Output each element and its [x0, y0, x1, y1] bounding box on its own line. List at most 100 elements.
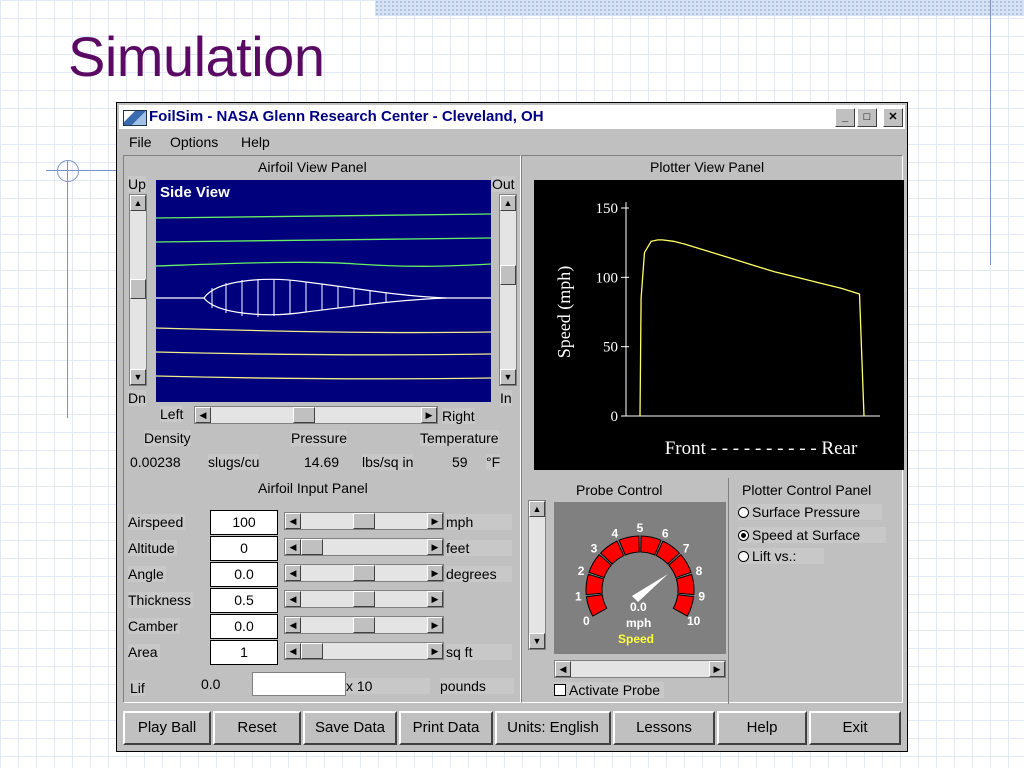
slider-thumb[interactable] [353, 617, 375, 633]
reset-button[interactable]: Reset [213, 711, 301, 745]
input-unit-airspeed: mph [446, 514, 512, 530]
scroll-down-button[interactable]: ▼ [130, 369, 146, 385]
probe-horizontal-scrollbar[interactable]: ◀ ▶ [554, 660, 726, 678]
print-data-button[interactable]: Print Data [399, 711, 493, 745]
probe-control-title: Probe Control [576, 482, 663, 498]
gauge-tick-label: 4 [611, 526, 618, 540]
slide-top-band [375, 0, 1024, 16]
in-label: In [500, 390, 512, 406]
option-lift-vs[interactable]: Lift vs.: [738, 548, 824, 564]
left-panel: Airfoil View Panel Up Dn Out In ▲ ▼ ▲ ▼ … [123, 155, 521, 703]
slider-left-button[interactable]: ◀ [285, 617, 301, 633]
scroll-up-button[interactable]: ▲ [500, 195, 516, 211]
pressure-unit: lbs/sq in [362, 454, 414, 470]
maximize-button[interactable]: □ [857, 108, 877, 127]
x-axis-label: Front - - - - - - - - - - Rear [665, 438, 858, 459]
input-slider-thickness[interactable]: ◀ ▶ [284, 590, 444, 608]
input-slider-area[interactable]: ◀ ▶ [284, 642, 444, 660]
input-slider-airspeed[interactable]: ◀ ▶ [284, 512, 444, 530]
right-panel: Plotter View Panel 0 50 100 150 Speed (mph) F… [521, 155, 904, 704]
left-label: Left [160, 406, 184, 422]
horizontal-scrollbar-leftright[interactable]: ◀ ▶ [194, 406, 438, 424]
gauge-tick-label: 0 [583, 614, 590, 628]
temperature-value: 59 [452, 454, 468, 470]
gauge-segment [675, 573, 695, 596]
scroll-down-button[interactable]: ▼ [529, 633, 545, 649]
exit-button[interactable]: Exit [809, 711, 901, 745]
input-slider-angle[interactable]: ◀ ▶ [284, 564, 444, 582]
menu-help[interactable]: Help [241, 134, 270, 150]
input-field-area[interactable]: 1 [210, 640, 278, 665]
slider-thumb[interactable] [301, 539, 323, 555]
close-button[interactable]: ✕ [883, 108, 903, 127]
input-unit-altitude: feet [446, 540, 512, 556]
gauge-tick-label: 10 [687, 614, 701, 628]
option-surface-pressure[interactable]: Surface Pressure [738, 504, 882, 520]
scroll-up-button[interactable]: ▲ [130, 195, 146, 211]
radio-icon[interactable] [738, 551, 749, 562]
scroll-down-button[interactable]: ▼ [500, 369, 516, 385]
scroll-thumb[interactable] [500, 265, 516, 285]
lessons-button[interactable]: Lessons [613, 711, 715, 745]
scroll-right-button[interactable]: ▶ [709, 661, 725, 677]
input-field-thickness[interactable]: 0.5 [210, 588, 278, 613]
slider-thumb[interactable] [353, 565, 375, 581]
menu-file[interactable]: File [129, 134, 152, 150]
help-button[interactable]: Help [717, 711, 807, 745]
slider-left-button[interactable]: ◀ [285, 565, 301, 581]
input-field-airspeed[interactable]: 100 [210, 510, 278, 535]
slider-left-button[interactable]: ◀ [285, 513, 301, 529]
slider-thumb[interactable] [353, 513, 375, 529]
scroll-left-button[interactable]: ◀ [555, 661, 571, 677]
slider-right-button[interactable]: ▶ [427, 643, 443, 659]
input-field-altitude[interactable]: 0 [210, 536, 278, 561]
y-axis-label: Speed (mph) [554, 266, 575, 358]
checkbox-icon[interactable] [554, 684, 566, 696]
units-button[interactable]: Units: English [495, 711, 611, 745]
option-speed-at-surface[interactable]: Speed at Surface [738, 527, 886, 543]
radio-icon[interactable] [738, 507, 749, 518]
slider-thumb[interactable] [353, 591, 375, 607]
option-label: Lift vs.: [752, 548, 797, 564]
activate-probe-checkbox[interactable]: Activate Probe [554, 682, 665, 698]
slide-decor-line [67, 160, 68, 418]
vertical-scrollbar-inout[interactable]: ▲ ▼ [499, 194, 517, 386]
vertical-scrollbar-updown[interactable]: ▲ ▼ [129, 194, 147, 386]
menu-options[interactable]: Options [170, 134, 218, 150]
slider-right-button[interactable]: ▶ [427, 591, 443, 607]
input-label-angle: Angle [128, 566, 166, 582]
input-field-camber[interactable]: 0.0 [210, 614, 278, 639]
slide-title: Simulation [68, 25, 325, 88]
slider-left-button[interactable]: ◀ [285, 539, 301, 555]
input-field-angle[interactable]: 0.0 [210, 562, 278, 587]
lift-value: 0.0 [201, 676, 221, 692]
minimize-button[interactable]: _ [835, 108, 855, 127]
window-titlebar[interactable]: FoilSim - NASA Glenn Research Center - C… [119, 105, 905, 129]
up-label: Up [128, 176, 146, 192]
play-ball-button[interactable]: Play Ball [123, 711, 211, 745]
probe-vertical-scrollbar[interactable]: ▲ ▼ [528, 500, 546, 650]
slider-right-button[interactable]: ▶ [427, 539, 443, 555]
input-slider-altitude[interactable]: ◀ ▶ [284, 538, 444, 556]
density-label: Density [144, 430, 191, 446]
slider-right-button[interactable]: ▶ [427, 565, 443, 581]
scroll-left-button[interactable]: ◀ [195, 407, 211, 423]
slider-left-button[interactable]: ◀ [285, 591, 301, 607]
scroll-right-button[interactable]: ▶ [421, 407, 437, 423]
slider-right-button[interactable]: ▶ [427, 617, 443, 633]
input-unit-area: sq ft [446, 644, 512, 660]
scroll-thumb[interactable] [130, 279, 146, 299]
scroll-thumb[interactable] [293, 407, 315, 423]
slider-right-button[interactable]: ▶ [427, 513, 443, 529]
slider-left-button[interactable]: ◀ [285, 643, 301, 659]
speed-chart-svg: 0 50 100 150 Speed (mph) Front - - - - - - - … [554, 201, 880, 459]
slider-thumb[interactable] [301, 643, 323, 659]
radio-selected-icon[interactable] [738, 530, 749, 541]
scroll-up-button[interactable]: ▲ [529, 501, 545, 517]
plotter-chart: 0 50 100 150 Speed (mph) Front - - - - - - - … [534, 180, 904, 470]
save-data-button[interactable]: Save Data [303, 711, 397, 745]
input-slider-camber[interactable]: ◀ ▶ [284, 616, 444, 634]
probe-unit: mph [626, 616, 652, 630]
dn-label: Dn [128, 390, 146, 406]
airfoil-input-title: Airfoil Input Panel [258, 480, 368, 496]
